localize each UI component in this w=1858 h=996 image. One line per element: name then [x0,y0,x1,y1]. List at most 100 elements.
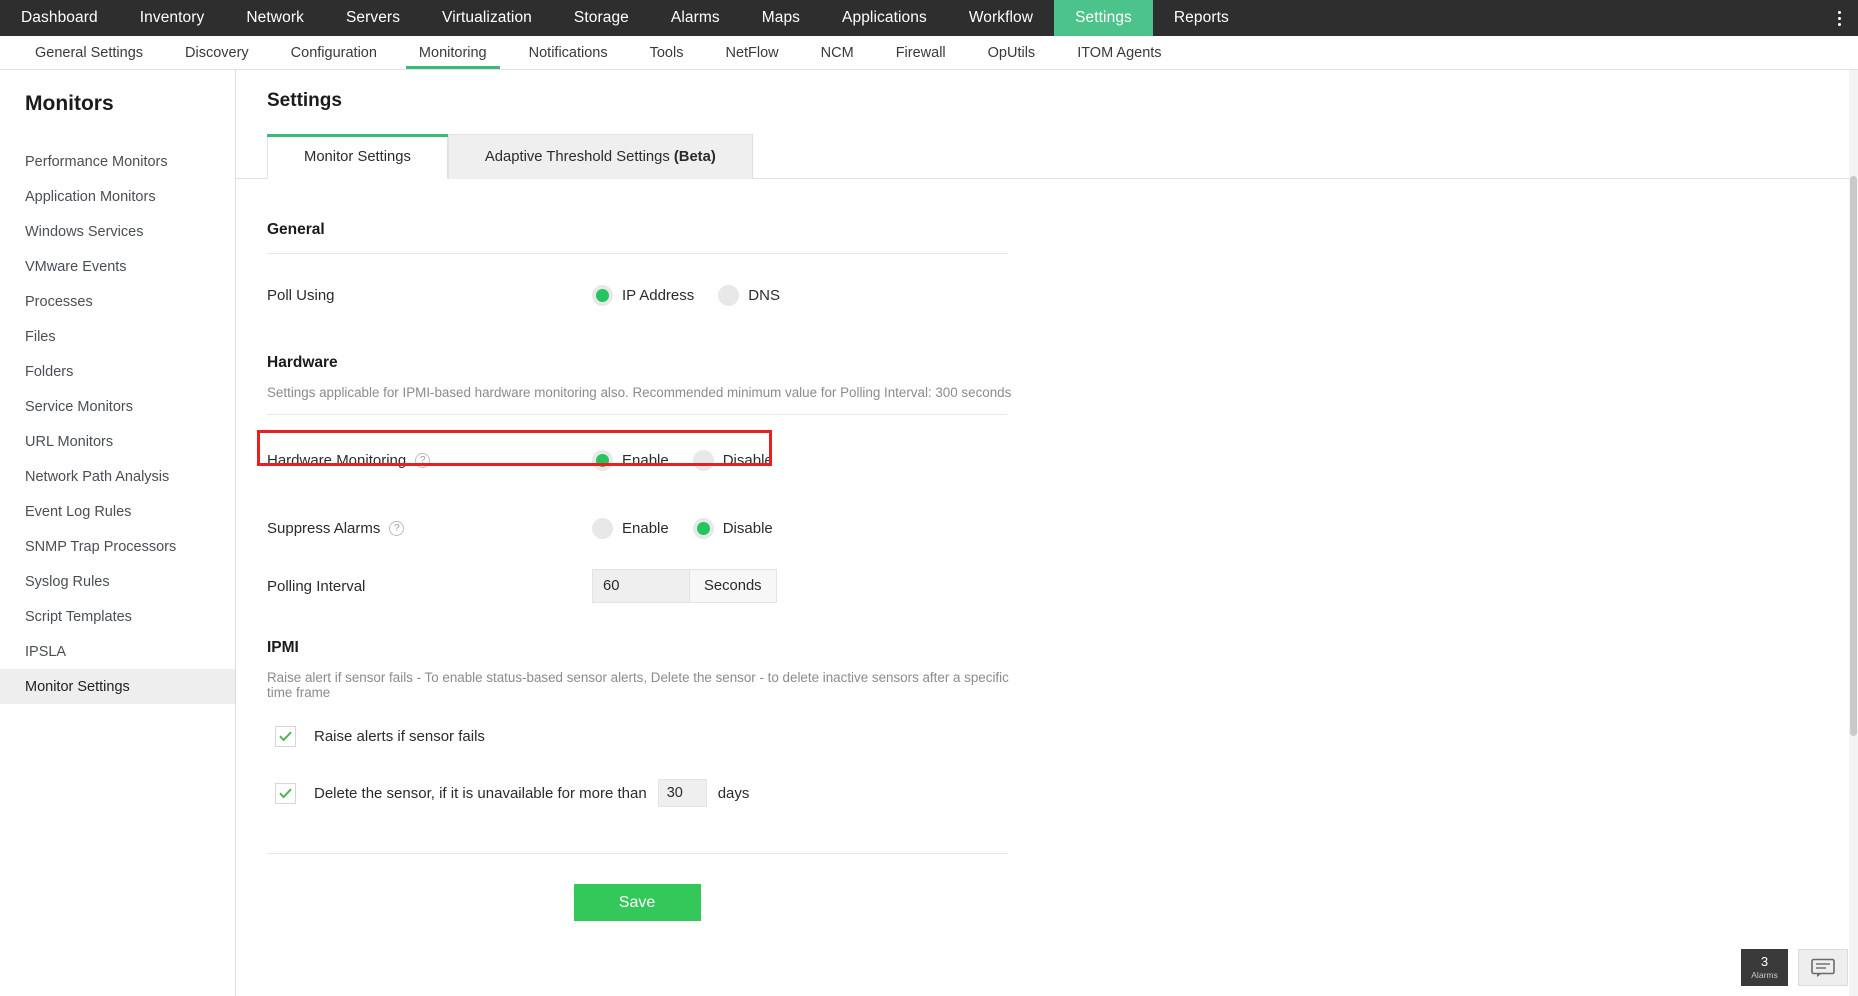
topnav-item-network[interactable]: Network [225,0,325,36]
poll-using-row: Poll Using IP Address DNS [267,278,1246,312]
save-button[interactable]: Save [574,884,701,921]
tab-adaptive-threshold-settings[interactable]: Adaptive Threshold Settings (Beta) [448,134,753,179]
tab-adaptive-threshold-label: Adaptive Threshold Settings [485,149,674,165]
sidebar-item-performance-monitors[interactable]: Performance Monitors [0,144,235,179]
sidebar-item-service-monitors[interactable]: Service Monitors [0,389,235,424]
radio-hardware-monitoring-disable-label: Disable [723,452,773,469]
subnav-item-itom-agents[interactable]: ITOM Agents [1056,36,1182,69]
delete-sensor-label-before: Delete the sensor, if it is unavailable … [314,785,647,802]
raise-alerts-label: Raise alerts if sensor fails [314,728,485,745]
help-icon-hardware-monitoring[interactable]: ? [415,453,430,468]
topnav-item-settings[interactable]: Settings [1054,0,1153,36]
hardware-monitoring-option-enable[interactable]: Enable [592,450,669,471]
top-navigation-bar: Dashboard Inventory Network Servers Virt… [0,0,1858,36]
topnav-item-maps[interactable]: Maps [741,0,821,36]
sidebar-item-folders[interactable]: Folders [0,354,235,389]
topnav-item-applications[interactable]: Applications [821,0,948,36]
topnav-item-dashboard[interactable]: Dashboard [0,0,119,36]
main-scrollbar-track[interactable] [1849,70,1858,996]
subnav-item-monitoring[interactable]: Monitoring [398,36,508,69]
suppress-alarms-option-enable[interactable]: Enable [592,518,669,539]
poll-using-radio-group: IP Address DNS [592,285,780,306]
poll-using-option-ip-address[interactable]: IP Address [592,285,694,306]
subnav-item-ncm[interactable]: NCM [800,36,875,69]
sidebar-item-url-monitors[interactable]: URL Monitors [0,424,235,459]
checkbox-raise-alerts[interactable] [275,726,296,747]
settings-sub-navigation: General Settings Discovery Configuration… [0,36,1858,70]
sidebar-item-script-templates[interactable]: Script Templates [0,599,235,634]
subnav-item-notifications[interactable]: Notifications [508,36,629,69]
main-content: Settings Monitor Settings Adaptive Thres… [236,70,1858,996]
poll-using-label: Poll Using [267,287,592,304]
radio-ip-address-label: IP Address [622,287,694,304]
subnav-item-firewall[interactable]: Firewall [875,36,967,69]
sidebar-item-vmware-events[interactable]: VMware Events [0,249,235,284]
topnav-item-inventory[interactable]: Inventory [119,0,226,36]
radio-suppress-alarms-enable-label: Enable [622,520,669,537]
more-vertical-icon[interactable] [1826,0,1852,36]
suppress-alarms-row: Suppress Alarms ? Enable Disable [267,511,1246,545]
poll-using-option-dns[interactable]: DNS [718,285,780,306]
general-section-divider [267,253,1007,254]
page-title: Settings [236,70,1858,112]
radio-hardware-monitoring-enable-label: Enable [622,452,669,469]
subnav-item-configuration[interactable]: Configuration [270,36,398,69]
polling-interval-input[interactable] [592,569,690,603]
monitors-sidebar: Monitors Performance Monitors Applicatio… [0,70,236,996]
subnav-item-tools[interactable]: Tools [629,36,705,69]
sidebar-item-syslog-rules[interactable]: Syslog Rules [0,564,235,599]
sidebar-item-ipsla[interactable]: IPSLA [0,634,235,669]
chat-widget-button[interactable] [1798,949,1848,986]
page-body: Monitors Performance Monitors Applicatio… [0,70,1858,996]
sidebar-item-snmp-trap-processors[interactable]: SNMP Trap Processors [0,529,235,564]
polling-interval-row: Polling Interval Seconds [267,569,1246,603]
hardware-monitoring-row: Hardware Monitoring ? Enable Disable [267,443,1246,477]
main-scrollbar-thumb[interactable] [1850,176,1857,736]
subnav-item-general-settings[interactable]: General Settings [14,36,164,69]
check-icon [279,731,292,742]
delete-sensor-row: Delete the sensor, if it is unavailable … [275,779,1246,807]
sidebar-item-application-monitors[interactable]: Application Monitors [0,179,235,214]
radio-suppress-alarms-enable[interactable] [592,518,613,539]
sidebar-item-network-path-analysis[interactable]: Network Path Analysis [0,459,235,494]
settings-tab-bar: Monitor Settings Adaptive Threshold Sett… [236,134,1858,179]
help-icon-suppress-alarms[interactable]: ? [389,521,404,536]
topnav-item-alarms[interactable]: Alarms [650,0,741,36]
suppress-alarms-radio-group: Enable Disable [592,518,773,539]
subnav-item-oputils[interactable]: OpUtils [967,36,1057,69]
subnav-item-discovery[interactable]: Discovery [164,36,270,69]
topnav-item-reports[interactable]: Reports [1153,0,1250,36]
sidebar-item-files[interactable]: Files [0,319,235,354]
delete-sensor-days-input[interactable] [658,779,707,807]
radio-suppress-alarms-disable-label: Disable [723,520,773,537]
form-footer-divider [267,853,1007,854]
topnav-item-workflow[interactable]: Workflow [948,0,1054,36]
sidebar-item-monitor-settings[interactable]: Monitor Settings [0,669,235,704]
sidebar-item-processes[interactable]: Processes [0,284,235,319]
save-button-container: Save [267,884,1007,921]
hardware-section-divider [267,414,1007,415]
radio-ip-address[interactable] [592,285,613,306]
radio-dns[interactable] [718,285,739,306]
topnav-item-virtualization[interactable]: Virtualization [421,0,553,36]
radio-dns-label: DNS [748,287,780,304]
polling-interval-label: Polling Interval [267,578,592,595]
tab-monitor-settings-label: Monitor Settings [304,149,411,165]
polling-interval-unit: Seconds [690,569,777,603]
section-heading-hardware: Hardware [267,354,1246,372]
hardware-section-description: Settings applicable for IPMI-based hardw… [267,385,1027,400]
topnav-item-servers[interactable]: Servers [325,0,421,36]
ipmi-section-description: Raise alert if sensor fails - To enable … [267,670,1027,700]
radio-hardware-monitoring-disable[interactable] [693,450,714,471]
checkbox-delete-sensor[interactable] [275,783,296,804]
radio-suppress-alarms-disable[interactable] [693,518,714,539]
alarm-badge[interactable]: 3 Alarms [1741,949,1788,986]
subnav-item-netflow[interactable]: NetFlow [704,36,799,69]
radio-hardware-monitoring-enable[interactable] [592,450,613,471]
suppress-alarms-option-disable[interactable]: Disable [693,518,773,539]
hardware-monitoring-option-disable[interactable]: Disable [693,450,773,471]
sidebar-item-windows-services[interactable]: Windows Services [0,214,235,249]
tab-monitor-settings[interactable]: Monitor Settings [267,134,448,179]
topnav-item-storage[interactable]: Storage [553,0,650,36]
sidebar-item-event-log-rules[interactable]: Event Log Rules [0,494,235,529]
